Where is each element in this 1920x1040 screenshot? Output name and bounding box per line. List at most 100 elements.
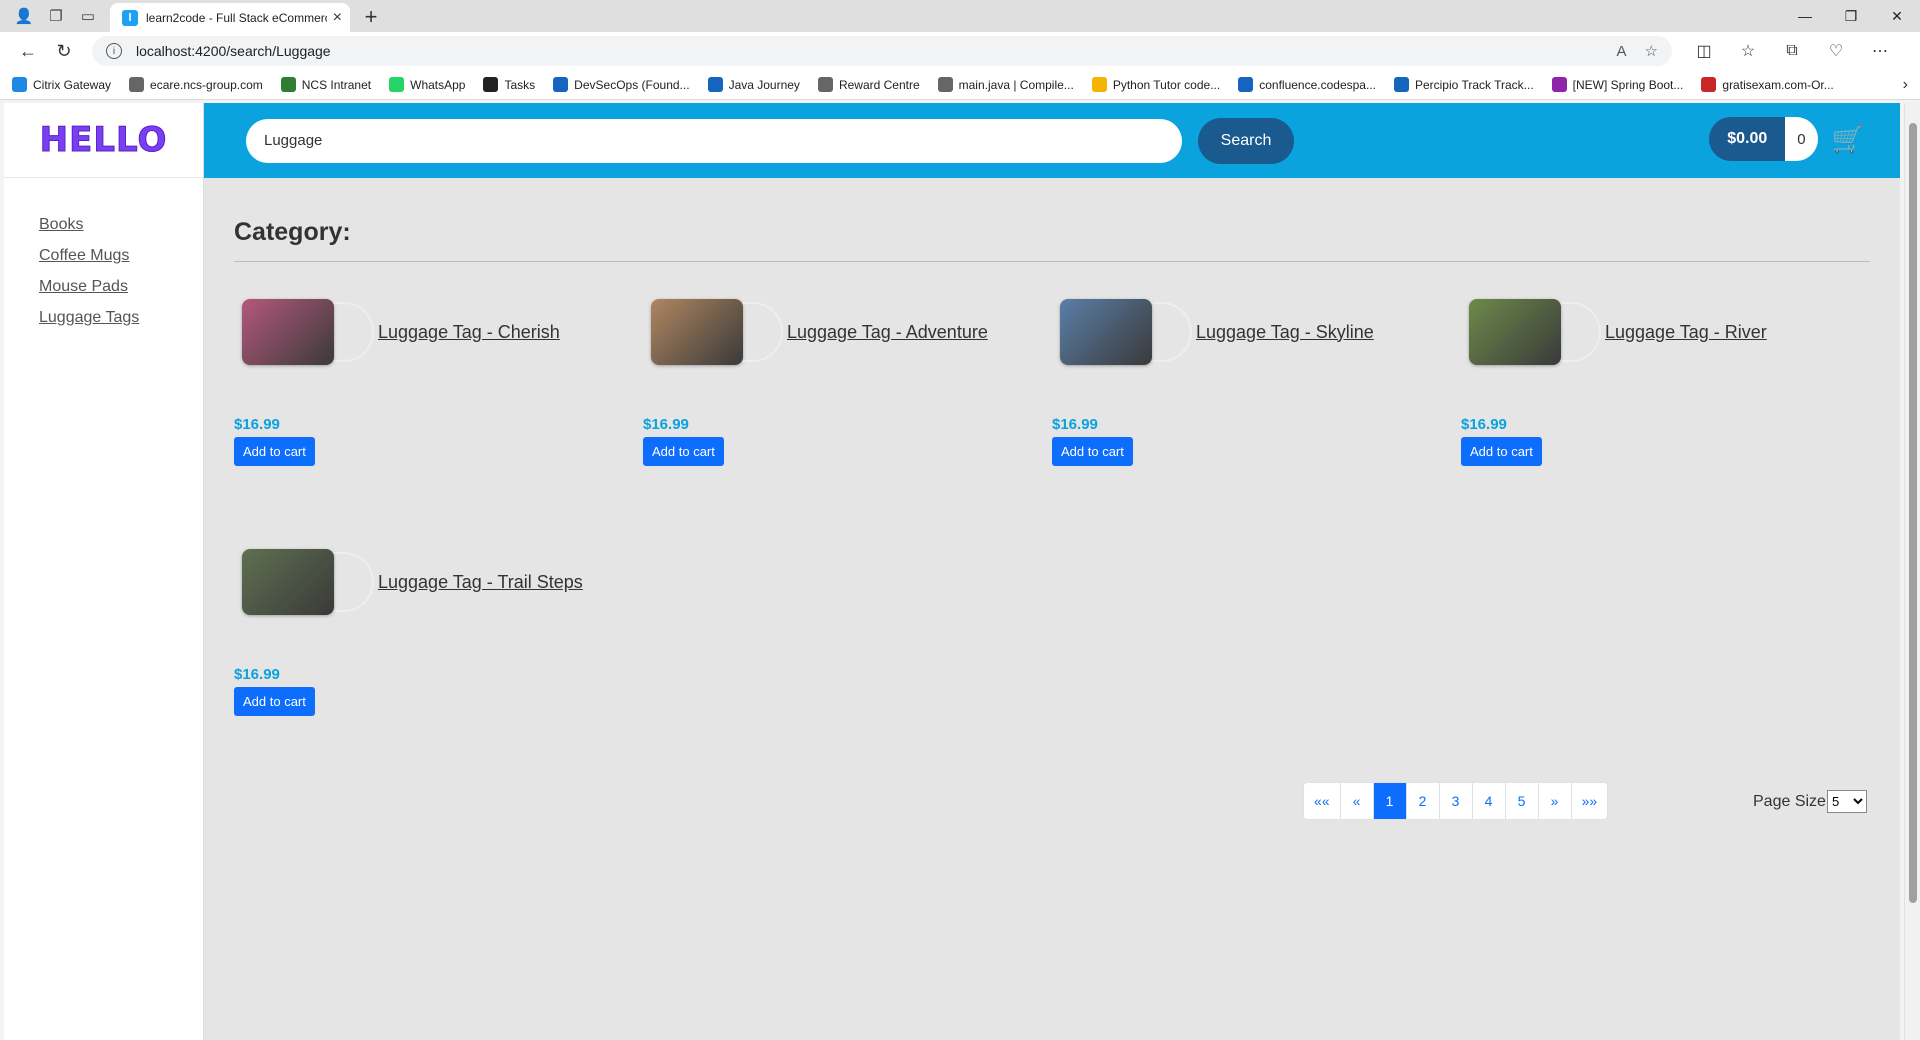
bookmark-item[interactable]: NCS Intranet [280,77,372,92]
bookmark-label: gratisexam.com-Or... [1722,77,1834,92]
add-to-cart-button[interactable]: Add to cart [643,437,724,466]
split-screen-icon[interactable]: ◫ [1682,36,1726,66]
product-card: Luggage Tag - Cherish $16.99 Add to cart [234,292,634,466]
scrollbar-thumb[interactable] [1909,123,1917,903]
browser-essentials-icon[interactable]: ♡ [1814,36,1858,66]
bookmark-item[interactable]: Reward Centre [817,77,920,92]
bookmark-icon [1393,77,1409,92]
product-thumbnail[interactable] [242,299,334,365]
browser-tab[interactable]: l learn2code - Full Stack eCommerce × [110,3,350,32]
bookmark-label: NCS Intranet [301,77,372,92]
bookmark-icon [389,77,405,92]
favorite-star-icon[interactable]: ☆ [1645,42,1658,60]
bookmark-label: Java Journey [728,77,800,92]
bookmark-item[interactable]: gratisexam.com-Or... [1701,77,1834,92]
bookmark-icon [553,77,569,92]
header-bar: Search $0.00 0 🛒 [204,103,1900,178]
product-grid: Luggage Tag - Cherish $16.99 Add to cart… [234,262,1870,782]
page-link[interactable]: 5 [1506,783,1539,819]
app-root: HELLO Books Coffee Mugs Mouse Pads Lugga… [4,103,1900,1040]
collections-icon[interactable]: ⧉ [1770,36,1814,66]
bookmark-item[interactable]: DevSecOps (Found... [553,77,690,92]
profile-icon[interactable]: 👤 [8,1,40,31]
add-to-cart-button[interactable]: Add to cart [1052,437,1133,466]
bookmark-item[interactable]: WhatsApp [389,77,465,92]
new-tab-button[interactable]: + [356,2,386,32]
bookmark-icon [280,77,296,92]
page-link[interactable]: » [1539,783,1572,819]
page-link[interactable]: 2 [1407,783,1440,819]
bookmark-item[interactable]: Python Tutor code... [1091,77,1220,92]
product-name-link[interactable]: Luggage Tag - River [1605,322,1767,343]
page-size-label: Page Size [1753,792,1826,810]
tag-strap [739,302,783,362]
category-title: Category: [234,218,1870,262]
bookmark-icon [1238,77,1254,92]
workspaces-icon[interactable]: ❐ [40,1,72,31]
back-icon[interactable]: ← [10,36,46,66]
page-link[interactable]: « [1341,783,1374,819]
search-button[interactable]: Search [1198,117,1294,164]
bookmark-item[interactable]: Percipio Track Track... [1393,77,1534,92]
cart-total: $0.00 [1709,117,1786,161]
product-thumbnail[interactable] [1469,299,1561,365]
restore-icon[interactable]: ❐ [1828,0,1874,32]
tag-strap [1148,302,1192,362]
sidebar-item-luggage-tags[interactable]: Luggage Tags [39,309,203,327]
sidebar-item-mouse-pads[interactable]: Mouse Pads [39,278,203,296]
tab-actions-icon[interactable]: ▭ [72,1,104,31]
cart-icon[interactable]: 🛒 [1832,124,1864,155]
sidebar: HELLO Books Coffee Mugs Mouse Pads Lugga… [4,103,204,1040]
bookmark-item[interactable]: [NEW] Spring Boot... [1551,77,1683,92]
product-price: $16.99 [234,416,280,433]
logo-text: HELLO [39,120,168,161]
bookmark-item[interactable]: main.java | Compile... [937,77,1074,92]
bookmark-icon [817,77,833,92]
product-thumbnail[interactable] [651,299,743,365]
add-to-cart-button[interactable]: Add to cart [234,437,315,466]
product-name-link[interactable]: Luggage Tag - Skyline [1196,322,1374,343]
sidebar-item-books[interactable]: Books [39,216,203,234]
bookmark-item[interactable]: Tasks [483,77,535,92]
add-to-cart-button[interactable]: Add to cart [234,687,315,716]
site-info-icon[interactable]: i [106,43,122,59]
read-aloud-icon[interactable]: A [1617,43,1627,60]
bookmark-label: Tasks [504,77,536,92]
product-thumbnail[interactable] [242,549,334,615]
product-card: Luggage Tag - River $16.99 Add to cart [1461,292,1861,466]
close-window-icon[interactable]: ✕ [1874,0,1920,32]
bookmark-item[interactable]: ecare.ncs-group.com [129,77,263,92]
minimize-icon[interactable]: — [1782,0,1828,32]
url-field[interactable]: i localhost:4200/search/Luggage A ☆ [92,36,1672,66]
logo[interactable]: HELLO [4,103,203,178]
product-name-link[interactable]: Luggage Tag - Trail Steps [378,572,583,593]
favorites-icon[interactable]: ☆ [1726,36,1770,66]
page-link[interactable]: »» [1572,783,1608,819]
close-tab-icon[interactable]: × [333,9,342,27]
page-link[interactable]: 4 [1473,783,1506,819]
product-name-link[interactable]: Luggage Tag - Adventure [787,322,988,343]
product-name-link[interactable]: Luggage Tag - Cherish [378,322,560,343]
product-thumbnail[interactable] [1060,299,1152,365]
tab-favicon-icon: l [122,9,138,26]
more-menu-icon[interactable]: ⋯ [1858,36,1902,66]
bookmark-item[interactable]: Java Journey [707,77,800,92]
add-to-cart-button[interactable]: Add to cart [1461,437,1542,466]
page-size-select[interactable]: 5 [1826,790,1867,813]
sidebar-item-coffee-mugs[interactable]: Coffee Mugs [39,247,203,265]
page-link[interactable]: 3 [1440,783,1473,819]
scrollbar[interactable] [1904,103,1920,1040]
tag-strap [1557,302,1601,362]
refresh-icon[interactable]: ↻ [46,36,82,66]
bookmarks-overflow-icon[interactable]: › [1903,76,1908,94]
page-link[interactable]: 1 [1373,783,1407,819]
product-price: $16.99 [234,666,280,683]
product-card: Luggage Tag - Adventure $16.99 Add to ca… [643,292,1043,466]
cart-status[interactable]: $0.00 0 🛒 [1709,117,1864,161]
page-link[interactable]: «« [1304,783,1341,819]
search-input[interactable] [246,118,1182,163]
bookmark-item[interactable]: Citrix Gateway [12,77,111,92]
bookmark-label: ecare.ncs-group.com [150,77,263,92]
url-text: localhost:4200/search/Luggage [136,43,331,59]
bookmark-item[interactable]: confluence.codespa... [1238,77,1376,92]
